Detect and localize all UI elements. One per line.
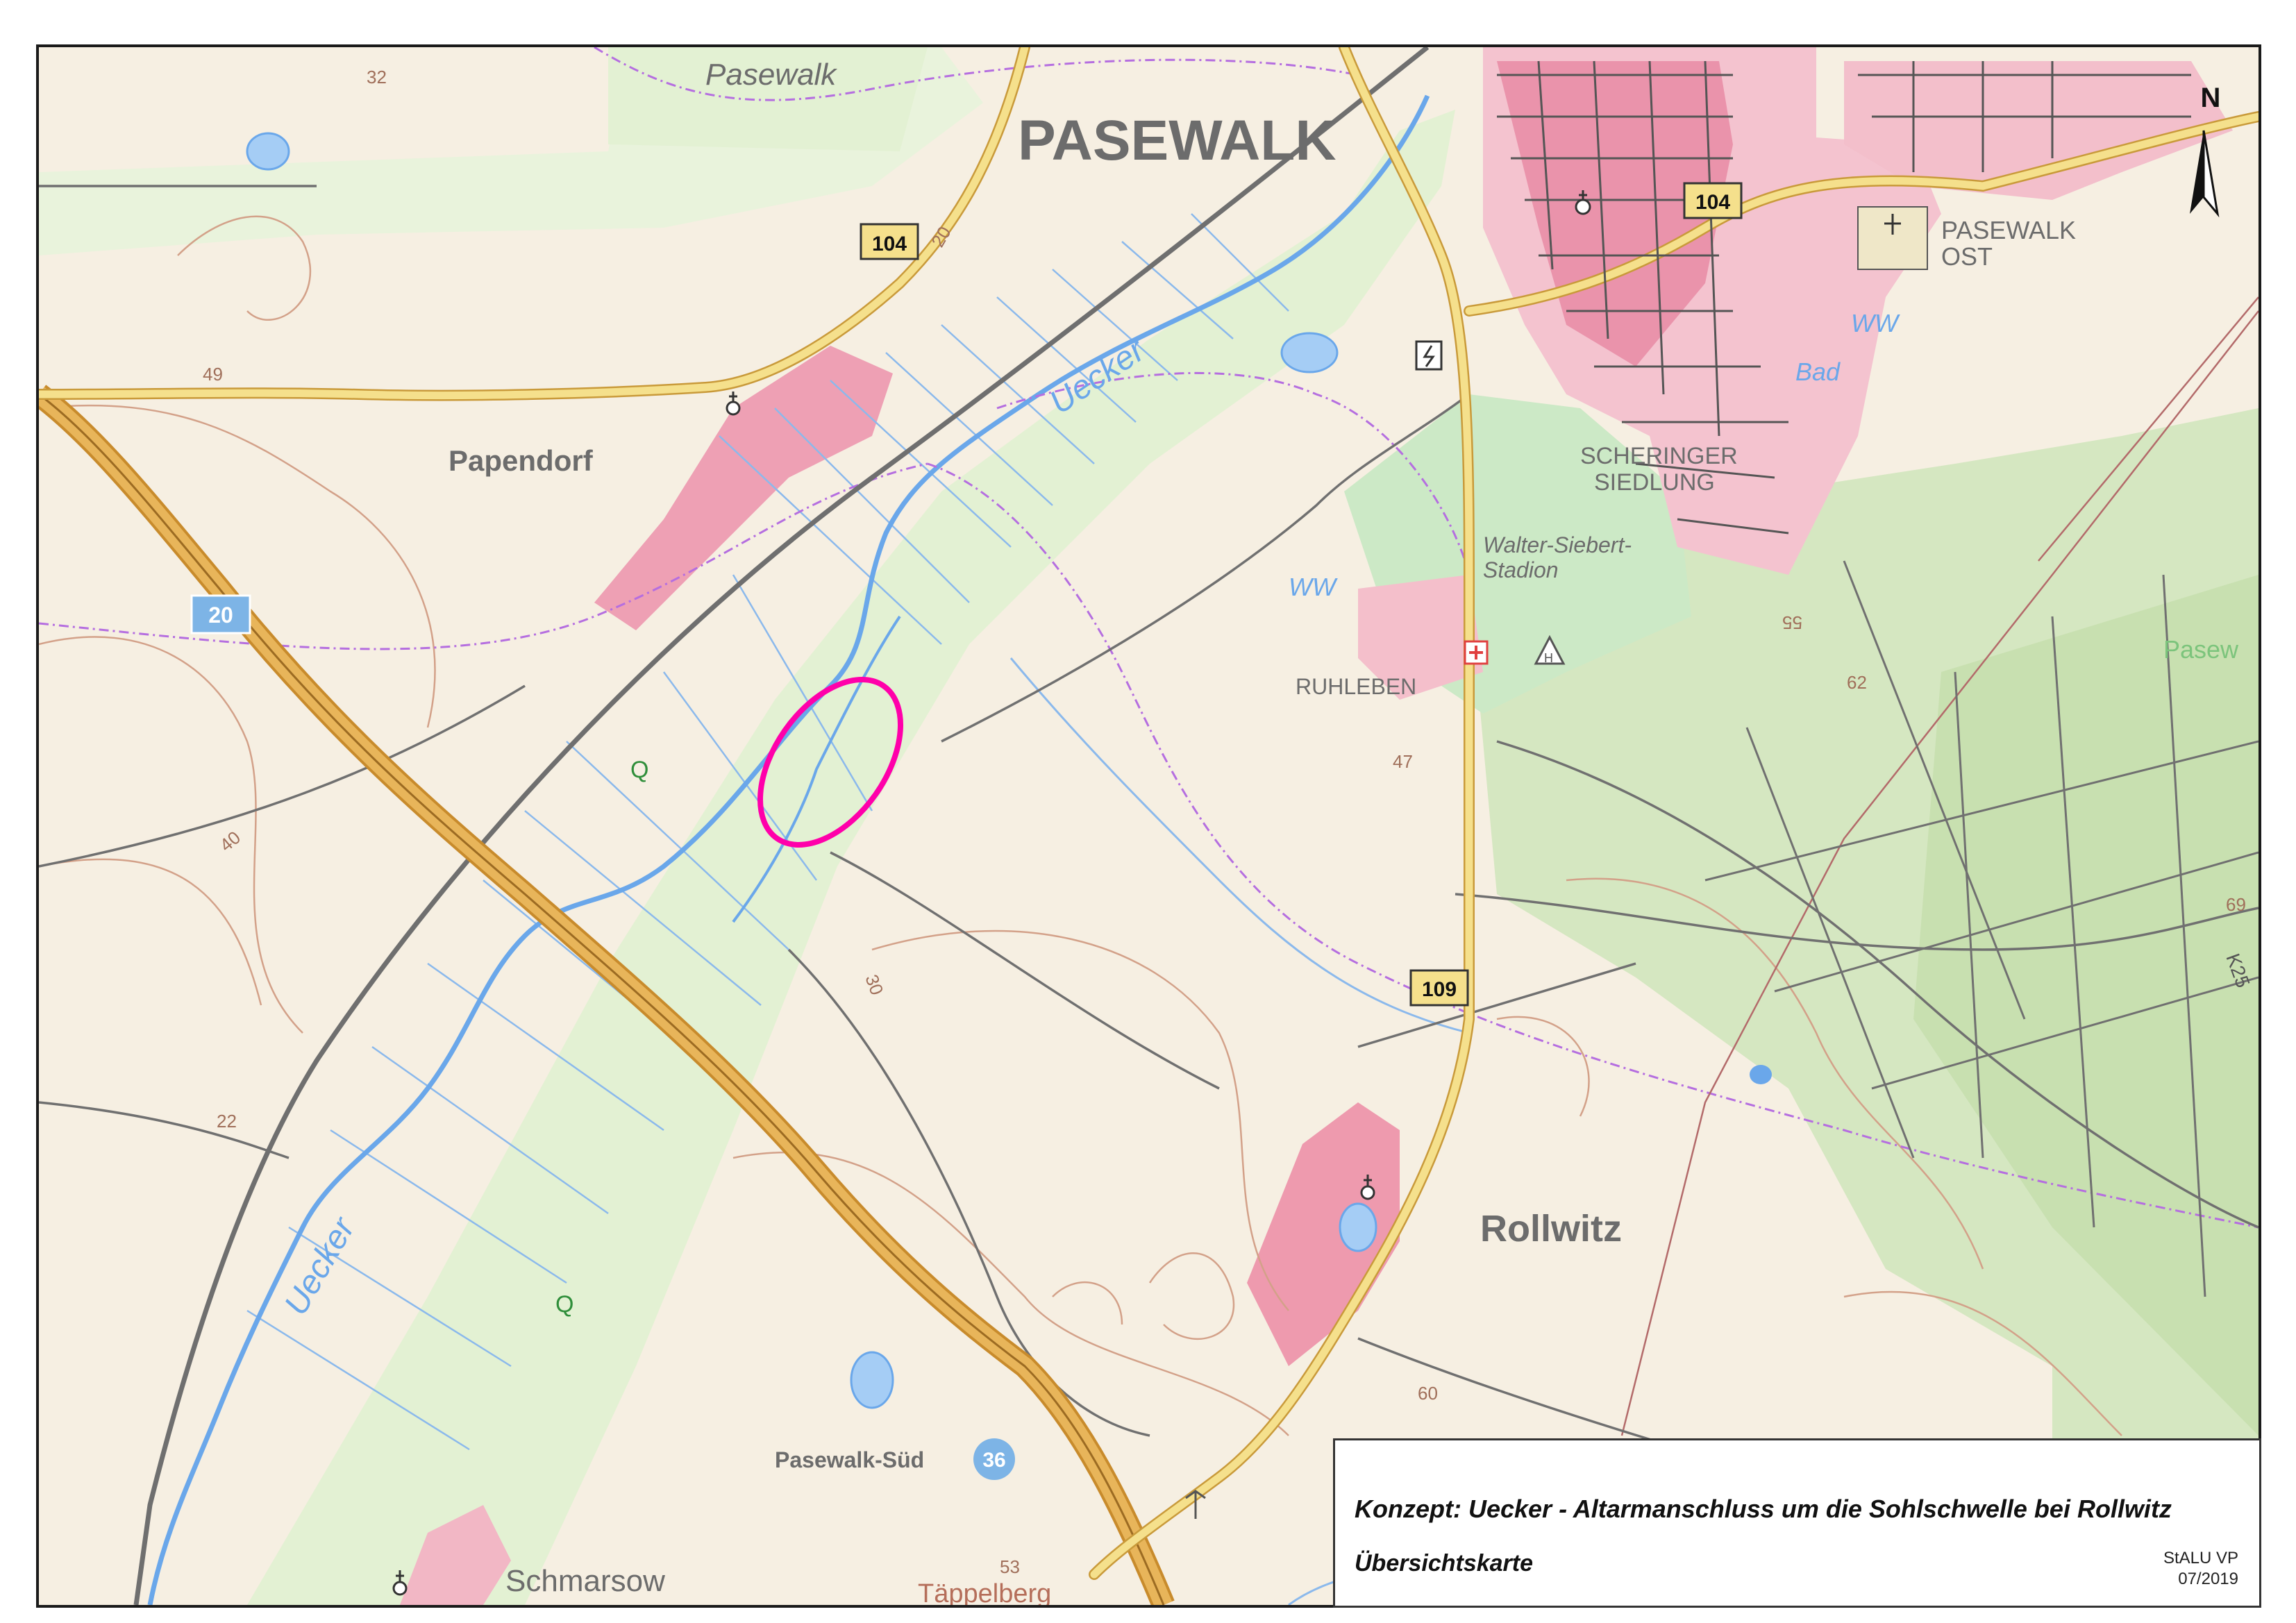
hospital-icon: [1464, 640, 1489, 665]
label-pasewalk-sued: Pasewalk-Süd: [775, 1447, 924, 1472]
label-rollwitz: Rollwitz: [1480, 1208, 1622, 1250]
road-shield-b104-east: 104: [1683, 182, 1743, 219]
svg-text:49: 49: [203, 364, 223, 385]
label-pasewalk: PASEWALK: [1018, 109, 1336, 172]
label-bad: Bad: [1795, 358, 1841, 386]
label-pasewalk-ost-1: PASEWALK: [1941, 216, 2076, 244]
label-ww-1: WW: [1289, 573, 1338, 601]
topographic-map: 104 104 109 20 36 PASEWALK Pasewalk Pape…: [39, 47, 2259, 1605]
motorway-exit-36: 36: [973, 1438, 1015, 1480]
road-shield-a20: 20: [190, 594, 251, 634]
svg-text:20: 20: [208, 603, 233, 628]
svg-text:47: 47: [1393, 751, 1413, 772]
land-cover: [39, 47, 2259, 1605]
label-ruhleben: RUHLEBEN: [1296, 674, 1416, 699]
legend-box: Konzept: Uecker - Altarmanschluss um die…: [1333, 1438, 2261, 1608]
svg-text:22: 22: [217, 1111, 237, 1132]
svg-text:55: 55: [1782, 612, 1802, 633]
road-shield-b109: 109: [1409, 969, 1469, 1007]
pond-1: [850, 1351, 894, 1409]
north-arrow-label: N: [2201, 83, 2221, 113]
pond-2: [1280, 332, 1339, 373]
map-frame: 104 104 109 20 36 PASEWALK Pasewalk Pape…: [36, 44, 2261, 1608]
svg-text:32: 32: [367, 67, 387, 87]
label-scheringer-1: SCHERINGER: [1580, 443, 1738, 469]
pond-3: [246, 132, 290, 171]
legend-subtitle: Übersichtskarte: [1355, 1550, 1534, 1576]
label-papendorf: Papendorf: [449, 444, 594, 477]
road-shield-b104-west: 104: [860, 223, 919, 260]
label-ww-2: WW: [1851, 309, 1900, 337]
svg-text:109: 109: [1422, 978, 1457, 1001]
svg-text:62: 62: [1847, 672, 1867, 693]
cemetery-icon-pasewalk-ost: [1857, 206, 1928, 270]
legend-organization: StALU VP: [2163, 1549, 2238, 1567]
label-pasewalk-top: Pasewalk: [705, 58, 837, 92]
pond-4: [1750, 1065, 1772, 1084]
svg-text:69: 69: [2226, 894, 2246, 915]
label-stadion-1: Walter-Siebert-: [1483, 532, 1632, 557]
svg-text:60: 60: [1418, 1383, 1438, 1404]
pond-5: [1339, 1202, 1377, 1252]
svg-text:36: 36: [982, 1449, 1005, 1472]
legend-date: 07/2019: [2178, 1570, 2238, 1588]
spring-symbol-1: Q: [630, 757, 648, 783]
label-taeppelberg: Täppelberg: [918, 1579, 1051, 1605]
label-schmarsow: Schmarsow: [505, 1564, 665, 1598]
svg-text:104: 104: [872, 233, 907, 255]
svg-text:104: 104: [1695, 191, 1730, 214]
label-pasewalk-ost-2: OST: [1941, 242, 1993, 271]
label-pasew-right: Pasew: [2163, 635, 2239, 664]
label-scheringer-2: SIEDLUNG: [1594, 469, 1715, 496]
power-station-icon: [1415, 340, 1443, 371]
svg-text:53: 53: [1000, 1556, 1020, 1577]
spring-symbol-2: Q: [555, 1291, 573, 1318]
legend-title: Konzept: Uecker - Altarmanschluss um die…: [1355, 1495, 2172, 1523]
svg-text:H: H: [1544, 651, 1553, 665]
label-stadion-2: Stadion: [1483, 557, 1559, 582]
